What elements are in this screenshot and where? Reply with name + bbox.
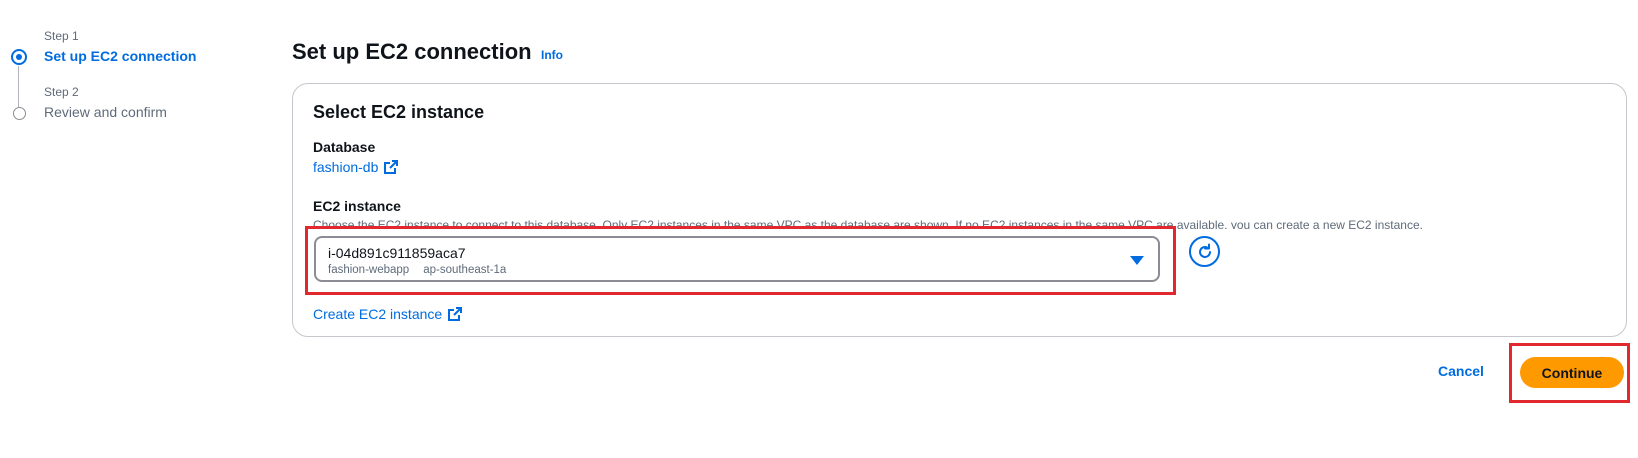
ec2-instance-label: EC2 instance [313, 198, 401, 214]
step-number: Step 2 [44, 85, 79, 99]
step-current-indicator-icon [11, 49, 27, 65]
external-link-icon [448, 307, 463, 321]
create-ec2-instance-link[interactable]: Create EC2 instance [313, 305, 463, 323]
instance-name-tag: fashion-webapp [328, 264, 410, 276]
create-ec2-instance-text: Create EC2 instance [313, 306, 443, 322]
select-ec2-instance-panel: Select EC2 instance Database fashion-db … [292, 83, 1627, 337]
step-pending-indicator-icon [13, 107, 26, 120]
availability-zone-tag: ap-southeast-1a [423, 264, 507, 276]
page: Step 1 Set up EC2 connection Step 2 Revi… [0, 0, 1638, 458]
selected-instance-id: i-04d891c911859aca7 [328, 245, 466, 261]
database-link[interactable]: fashion-db [313, 158, 399, 176]
ec2-instance-select[interactable]: i-04d891c911859aca7 fashion-webapp ap-sou… [314, 236, 1160, 282]
step-title[interactable]: Set up EC2 connection [44, 47, 248, 65]
caret-down-icon [1130, 256, 1144, 265]
database-link-text: fashion-db [313, 159, 379, 175]
selected-instance-tags: fashion-webapp ap-southeast-1a [328, 263, 506, 277]
ec2-instance-description: Choose the EC2 instance to connect to th… [313, 218, 1423, 229]
step-number: Step 1 [44, 29, 79, 43]
refresh-icon [1198, 243, 1211, 258]
database-label: Database [313, 139, 376, 155]
cancel-button[interactable]: Cancel [1438, 363, 1484, 379]
refresh-button[interactable] [1189, 236, 1220, 267]
panel-title: Select EC2 instance [313, 102, 485, 122]
step-title: Review and confirm [44, 104, 167, 120]
continue-button[interactable]: Continue [1520, 357, 1624, 388]
wizard-step-2: Step 2 Review and confirm [8, 84, 248, 140]
wizard-steps: Step 1 Set up EC2 connection Step 2 Revi… [8, 28, 248, 140]
page-title: Set up EC2 connection [292, 39, 532, 64]
external-link-icon [384, 160, 399, 174]
info-link[interactable]: Info [541, 47, 563, 63]
wizard-step-1[interactable]: Step 1 Set up EC2 connection [8, 28, 248, 113]
